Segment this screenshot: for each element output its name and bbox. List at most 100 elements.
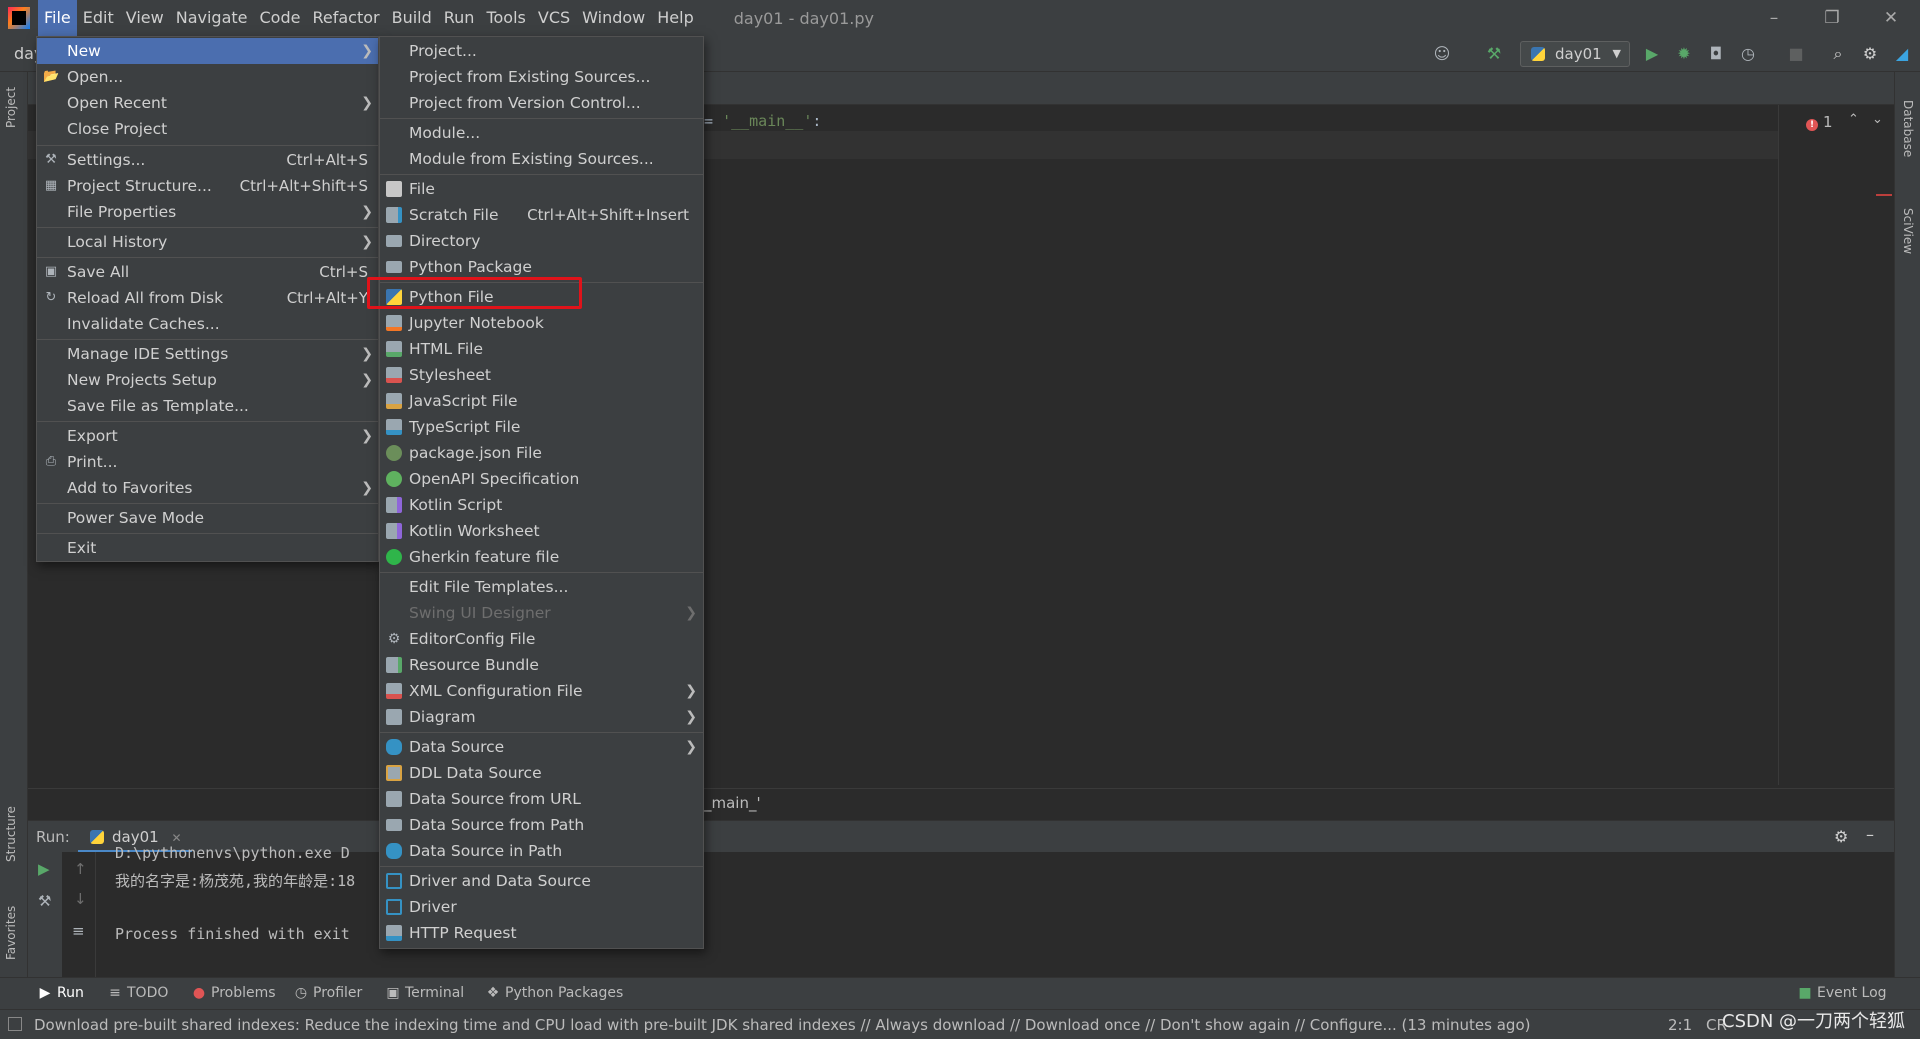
arrow-down-icon[interactable]: ↓ (74, 890, 87, 908)
new-data-source-in-path[interactable]: Data Source in Path (380, 838, 703, 864)
file-menu-exit[interactable]: Exit (37, 535, 378, 561)
inspection-error-count[interactable]: ! 1 (1806, 113, 1833, 131)
new-data-source-from-url[interactable]: Data Source from URL (380, 786, 703, 812)
file-menu-power-save-mode[interactable]: Power Save Mode (37, 505, 378, 531)
file-menu-new[interactable]: New ❯ (37, 38, 378, 64)
new-http-request[interactable]: HTTP Request (380, 920, 703, 946)
toggle-tool-windows-icon[interactable] (8, 1017, 22, 1031)
menu-run[interactable]: Run (438, 0, 481, 36)
soft-wrap-icon[interactable]: ≡ (72, 922, 85, 940)
python-packages-tool-button[interactable]: ❖ Python Packages (486, 985, 624, 1001)
minimize-icon[interactable]: – (1745, 0, 1803, 36)
hide-panel-icon[interactable]: – (1866, 825, 1874, 844)
file-menu-export[interactable]: Export ❯ (37, 423, 378, 449)
todo-tool-button[interactable]: ≡ TODO (108, 985, 168, 1001)
menu-code[interactable]: Code (254, 0, 307, 36)
project-tool-tab[interactable]: Project (4, 87, 18, 128)
file-menu-save-as-template[interactable]: Save File as Template... (37, 393, 378, 419)
file-menu-open[interactable]: 📂 Open... (37, 64, 378, 90)
new-editorconfig-file[interactable]: ⚙ EditorConfig File (380, 626, 703, 652)
new-directory[interactable]: Directory (380, 228, 703, 254)
file-menu-file-properties[interactable]: File Properties ❯ (37, 199, 378, 225)
new-package-json[interactable]: package.json File (380, 440, 703, 466)
new-scratch-file[interactable]: Scratch File Ctrl+Alt+Shift+Insert (380, 202, 703, 228)
new-kotlin-script[interactable]: Kotlin Script (380, 492, 703, 518)
new-ddl-data-source[interactable]: DDL Data Source (380, 760, 703, 786)
chevron-up-icon[interactable]: ⌃ (1848, 112, 1859, 127)
file-menu-invalidate-caches[interactable]: Invalidate Caches... (37, 311, 378, 337)
jetbrains-toolbox-icon[interactable]: ◢ (1892, 44, 1912, 64)
new-openapi-spec[interactable]: OpenAPI Specification (380, 466, 703, 492)
error-stripe-marker[interactable] (1876, 194, 1892, 196)
new-typescript-file[interactable]: TypeScript File (380, 414, 703, 440)
menu-refactor[interactable]: Refactor (306, 0, 385, 36)
menu-build[interactable]: Build (386, 0, 438, 36)
file-menu-close-project[interactable]: Close Project (37, 116, 378, 142)
close-icon[interactable]: ✕ (1862, 0, 1920, 36)
file-menu-add-to-favorites[interactable]: Add to Favorites ❯ (37, 475, 378, 501)
new-jupyter-notebook[interactable]: Jupyter Notebook (380, 310, 703, 336)
coverage-icon[interactable]: ◘ (1706, 44, 1726, 64)
structure-tool-tab[interactable]: Structure (4, 806, 18, 862)
chevron-down-icon[interactable]: ⌄ (1872, 112, 1883, 127)
wrench-icon[interactable]: ⚒ (38, 892, 51, 910)
file-menu-print[interactable]: ⎙ Print... (37, 449, 378, 475)
file-menu-reload[interactable]: ↻ Reload All from Disk Ctrl+Alt+Y (37, 285, 378, 311)
new-module[interactable]: Module... (380, 120, 703, 146)
new-gherkin-file[interactable]: Gherkin feature file (380, 544, 703, 570)
file-menu-new-projects-setup[interactable]: New Projects Setup ❯ (37, 367, 378, 393)
favorites-tool-tab[interactable]: Favorites (4, 906, 18, 960)
file-menu-save-all[interactable]: ▣ Save All Ctrl+S (37, 259, 378, 285)
file-menu-project-structure[interactable]: ▦ Project Structure... Ctrl+Alt+Shift+S (37, 173, 378, 199)
user-icon[interactable]: ☺ (1432, 44, 1452, 64)
problems-tool-button[interactable]: ● Problems (192, 985, 276, 1001)
run-tool-button[interactable]: ▶ Run (38, 985, 84, 1001)
caret-position[interactable]: 2:1 (1668, 1016, 1692, 1034)
terminal-tool-button[interactable]: ▣ Terminal (386, 985, 464, 1001)
menu-view[interactable]: View (120, 0, 170, 36)
new-project-from-existing[interactable]: Project from Existing Sources... (380, 64, 703, 90)
close-icon[interactable]: ✕ (171, 831, 181, 845)
run-icon[interactable]: ▶ (1642, 44, 1662, 64)
menu-window[interactable]: Window (576, 0, 651, 36)
file-menu-local-history[interactable]: Local History ❯ (37, 229, 378, 255)
profiler-tool-button[interactable]: ◷ Profiler (294, 985, 362, 1001)
new-module-from-existing[interactable]: Module from Existing Sources... (380, 146, 703, 172)
restore-icon[interactable]: ❐ (1803, 0, 1861, 36)
new-file[interactable]: File (380, 176, 703, 202)
new-html-file[interactable]: HTML File (380, 336, 703, 362)
edit-file-templates[interactable]: Edit File Templates... (380, 574, 703, 600)
status-message[interactable]: Download pre-built shared indexes: Reduc… (34, 1016, 1530, 1034)
new-data-source-from-path[interactable]: Data Source from Path (380, 812, 703, 838)
menu-navigate[interactable]: Navigate (170, 0, 254, 36)
gear-icon[interactable]: ⚙ (1860, 44, 1880, 64)
new-kotlin-worksheet[interactable]: Kotlin Worksheet (380, 518, 703, 544)
file-menu-manage-ide-settings[interactable]: Manage IDE Settings ❯ (37, 341, 378, 367)
rerun-icon[interactable]: ▶ (38, 860, 50, 878)
new-resource-bundle[interactable]: Resource Bundle (380, 652, 703, 678)
new-stylesheet[interactable]: Stylesheet (380, 362, 703, 388)
new-project-from-vcs[interactable]: Project from Version Control... (380, 90, 703, 116)
profile-icon[interactable]: ◷ (1738, 44, 1758, 64)
new-diagram[interactable]: Diagram ❯ (380, 704, 703, 730)
menu-vcs[interactable]: VCS (532, 0, 576, 36)
sciview-tool-tab[interactable]: SciView (1901, 208, 1915, 254)
arrow-up-icon[interactable]: ↑ (74, 860, 87, 878)
menu-help[interactable]: Help (651, 0, 699, 36)
database-tool-tab[interactable]: Database (1901, 100, 1915, 157)
stop-icon[interactable]: ■ (1786, 44, 1806, 64)
new-xml-configuration[interactable]: XML Configuration File ❯ (380, 678, 703, 704)
event-log-tool-button[interactable]: ■ Event Log (1798, 985, 1886, 1001)
build-hammer-icon[interactable]: ⚒ (1484, 44, 1504, 64)
file-menu-settings[interactable]: ⚒ Settings... Ctrl+Alt+S (37, 147, 378, 173)
new-driver[interactable]: Driver (380, 894, 703, 920)
new-data-source[interactable]: Data Source ❯ (380, 734, 703, 760)
new-project[interactable]: Project... (380, 38, 703, 64)
search-icon[interactable]: ⌕ (1828, 44, 1848, 64)
file-menu-open-recent[interactable]: Open Recent ❯ (37, 90, 378, 116)
debug-icon[interactable]: ✹ (1674, 44, 1694, 64)
new-driver-and-data-source[interactable]: Driver and Data Source (380, 868, 703, 894)
menu-tools[interactable]: Tools (480, 0, 531, 36)
run-configuration-select[interactable]: day01 ▼ (1520, 41, 1630, 67)
menu-file[interactable]: File (38, 0, 77, 36)
